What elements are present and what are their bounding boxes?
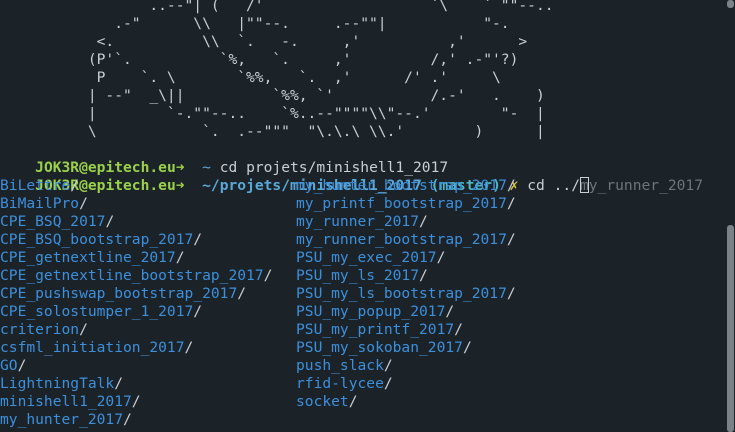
directory-name: my_hunter_bootstrap_2017: [296, 177, 507, 194]
directory-name: CPE_BSQ_2017: [0, 213, 106, 230]
ascii-art: ..--"| ( /' `\ ` ""--.. .-" \\ |""--. .-…: [87, 0, 554, 140]
directory-suffix: /: [193, 231, 203, 248]
directory-entry[interactable]: push_slack/: [296, 357, 393, 375]
directory-name: CPE_BSQ_bootstrap_2017: [0, 231, 194, 248]
directory-suffix: /: [184, 339, 194, 356]
directory-suffix: /: [419, 213, 428, 230]
directory-entry[interactable]: rfid-lycee/: [296, 375, 393, 393]
directory-name: PSU_my_sokoban_2017: [296, 339, 463, 356]
directory-entry[interactable]: my_printf_bootstrap_2017/: [296, 195, 516, 213]
directory-suffix: /: [462, 339, 472, 356]
directory-entry[interactable]: PSU_my_exec_2017/: [296, 249, 445, 267]
directory-name: PSU_my_ls_2017: [296, 267, 420, 284]
terminal-window[interactable]: ..--"| ( /' `\ ` ""--.. .-" \\ |""--. .-…: [0, 0, 735, 432]
directory-name: minishell1_2017: [0, 393, 132, 410]
directory-suffix: /: [131, 393, 141, 410]
scrollbar-top-marker: [727, 0, 734, 8]
directory-entry[interactable]: CPE_BSQ_bootstrap_2017/: [0, 231, 202, 249]
directory-suffix: /: [175, 249, 185, 266]
autosuggestion: y_runner_2017: [588, 177, 704, 194]
directory-suffix: /: [17, 357, 27, 374]
directory-entry[interactable]: PSU_my_printf_2017/: [296, 321, 463, 339]
directory-name: CPE_solostumper_1_2017: [0, 303, 194, 320]
directory-entry[interactable]: CPE_pushswap_bootstrap_2017/: [0, 285, 246, 303]
directory-name: PSU_my_printf_2017: [296, 321, 455, 338]
directory-suffix: /: [436, 249, 446, 266]
directory-name: my_runner_2017: [296, 213, 420, 230]
directory-entry[interactable]: minishell1_2017/: [0, 393, 141, 411]
directory-entry[interactable]: PSU_my_sokoban_2017/: [296, 339, 472, 357]
directory-suffix: /: [70, 177, 80, 194]
directory-entry[interactable]: my_hunter_bootstrap_2017/: [296, 177, 516, 195]
directory-entry[interactable]: PSU_my_ls_2017/: [296, 267, 428, 285]
directory-name: GO: [0, 357, 18, 374]
directory-name: BiMailPro: [0, 195, 80, 212]
directory-suffix: /: [419, 267, 428, 284]
command-input[interactable]: cd ../: [527, 177, 580, 194]
directory-entry[interactable]: CPE_getnextline_bootstrap_2017/: [0, 267, 272, 285]
directory-suffix: /: [105, 213, 115, 230]
directory-entry[interactable]: PSU_my_popup_2017/: [296, 303, 454, 321]
directory-entry[interactable]: BiMailPro/: [0, 195, 88, 213]
directory-name: criterion: [0, 321, 80, 338]
directory-entry[interactable]: my_hunter_2017/: [0, 411, 132, 429]
directory-entry[interactable]: my_runner_2017/: [296, 213, 428, 231]
directory-suffix: /: [193, 303, 203, 320]
directory-suffix: /: [114, 375, 124, 392]
directory-name: LightningTalk: [0, 375, 115, 392]
directory-entry[interactable]: my_runner_bootstrap_2017/: [296, 231, 516, 249]
directory-name: PSU_my_ls_bootstrap_2017: [296, 285, 507, 302]
directory-name: my_runner_bootstrap_2017: [296, 231, 507, 248]
directory-entry[interactable]: PSU_my_ls_bootstrap_2017/: [296, 285, 516, 303]
directory-suffix: /: [79, 321, 88, 338]
directory-suffix: /: [454, 321, 463, 338]
directory-suffix: /: [383, 357, 393, 374]
directory-name: my_printf_bootstrap_2017: [296, 195, 507, 212]
directory-entry[interactable]: CPE_solostumper_1_2017/: [0, 303, 202, 321]
directory-name: CPE_pushswap_bootstrap_2017: [0, 285, 238, 302]
prompt-line-2[interactable]: JOK3R@epitech.eu➜ ~/projets/minishell1_2…: [0, 159, 703, 194]
scrollbar-thumb[interactable]: [727, 225, 734, 432]
text-cursor: [579, 177, 589, 193]
prompt-line-1: JOK3R@epitech.eu➜ ~ cd projets/minishell…: [0, 141, 448, 176]
scrollbar[interactable]: [725, 0, 735, 432]
directory-suffix: /: [506, 177, 516, 194]
directory-name: CPE_getnextline_2017: [0, 249, 176, 266]
directory-name: PSU_my_popup_2017: [296, 303, 446, 320]
directory-name: rfid-lycee: [296, 375, 384, 392]
directory-entry[interactable]: csfml_initiation_2017/: [0, 339, 193, 357]
directory-entry[interactable]: CPE_getnextline_2017/: [0, 249, 185, 267]
directory-suffix: /: [383, 375, 393, 392]
directory-suffix: /: [123, 411, 132, 428]
directory-suffix: /: [506, 195, 516, 212]
directory-entry[interactable]: socket/: [296, 393, 358, 411]
directory-name: my_hunter_2017: [0, 411, 124, 428]
directory-name: socket: [296, 393, 349, 410]
directory-suffix: /: [445, 303, 455, 320]
directory-name: PSU_my_exec_2017: [296, 249, 437, 266]
directory-name: csfml_initiation_2017: [0, 339, 185, 356]
directory-name: push_slack: [296, 357, 384, 374]
directory-entry[interactable]: LightningTalk/: [0, 375, 123, 393]
prompt-arrow-icon: ➜: [175, 177, 185, 194]
directory-suffix: /: [79, 195, 88, 212]
directory-entry[interactable]: criterion/: [0, 321, 88, 339]
directory-suffix: /: [506, 285, 516, 302]
directory-name: CPE_getnextline_bootstrap_2017: [0, 267, 264, 284]
directory-entry[interactable]: CPE_BSQ_2017/: [0, 213, 114, 231]
directory-name: BiLettre: [0, 177, 71, 194]
directory-entry[interactable]: GO/: [0, 357, 26, 375]
directory-suffix: /: [237, 285, 247, 302]
directory-entry[interactable]: BiLettre/: [0, 177, 79, 195]
directory-suffix: /: [263, 267, 273, 284]
directory-suffix: /: [348, 393, 358, 410]
directory-suffix: /: [506, 231, 516, 248]
